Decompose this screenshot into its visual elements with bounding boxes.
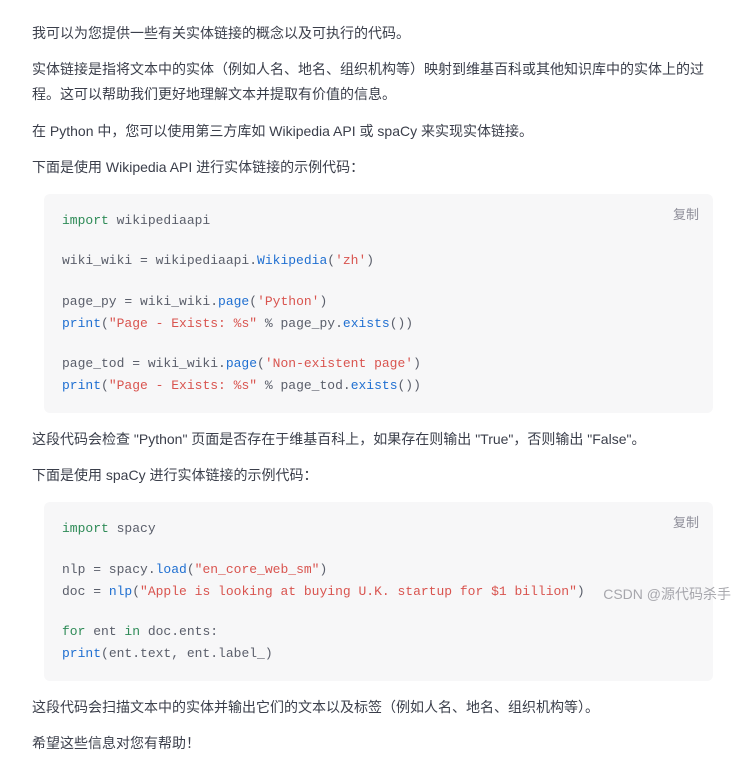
code-line: for ent in doc.ents: xyxy=(62,621,695,643)
paragraph-code1-lead: 下面是使用 Wikipedia API 进行实体链接的示例代码： xyxy=(32,155,713,180)
paragraph-code2-explain: 这段代码会扫描文本中的实体并输出它们的文本以及标签（例如人名、地名、组织机构等）… xyxy=(32,695,713,720)
code-line: doc = nlp("Apple is looking at buying U.… xyxy=(62,581,695,603)
code-line: import spacy xyxy=(62,518,695,540)
code-line: print("Page - Exists: %s" % page_py.exis… xyxy=(62,313,695,335)
code-blank-line xyxy=(62,335,695,353)
code-line: page_tod = wiki_wiki.page('Non-existent … xyxy=(62,353,695,375)
code-line: nlp = spacy.load("en_core_web_sm") xyxy=(62,559,695,581)
watermark: CSDN @源代码杀手 xyxy=(603,582,731,607)
code-line: print("Page - Exists: %s" % page_tod.exi… xyxy=(62,375,695,397)
code-line: print(ent.text, ent.label_) xyxy=(62,643,695,665)
code-blank-line xyxy=(62,272,695,290)
code-line: wiki_wiki = wikipediaapi.Wikipedia('zh') xyxy=(62,250,695,272)
code-blank-line xyxy=(62,603,695,621)
code-blank-line xyxy=(62,541,695,559)
paragraph-explain: 实体链接是指将文本中的实体（例如人名、地名、组织机构等）映射到维基百科或其他知识… xyxy=(32,57,713,107)
paragraph-intro: 我可以为您提供一些有关实体链接的概念以及可执行的代码。 xyxy=(32,21,713,46)
paragraph-libs: 在 Python 中，您可以使用第三方库如 Wikipedia API 或 sp… xyxy=(32,119,713,144)
paragraph-code1-explain: 这段代码会检查 "Python" 页面是否存在于维基百科上，如果存在则输出 "T… xyxy=(32,427,713,452)
code-line: import wikipediaapi xyxy=(62,210,695,232)
code-blank-line xyxy=(62,232,695,250)
code-line: page_py = wiki_wiki.page('Python') xyxy=(62,291,695,313)
paragraph-closing: 希望这些信息对您有帮助！ xyxy=(32,731,713,756)
paragraph-code2-lead: 下面是使用 spaCy 进行实体链接的示例代码： xyxy=(32,463,713,488)
copy-button[interactable]: 复制 xyxy=(673,512,699,531)
code-block-wikipedia: 复制 import wikipediaapi wiki_wiki = wikip… xyxy=(44,194,713,413)
copy-button[interactable]: 复制 xyxy=(673,204,699,223)
